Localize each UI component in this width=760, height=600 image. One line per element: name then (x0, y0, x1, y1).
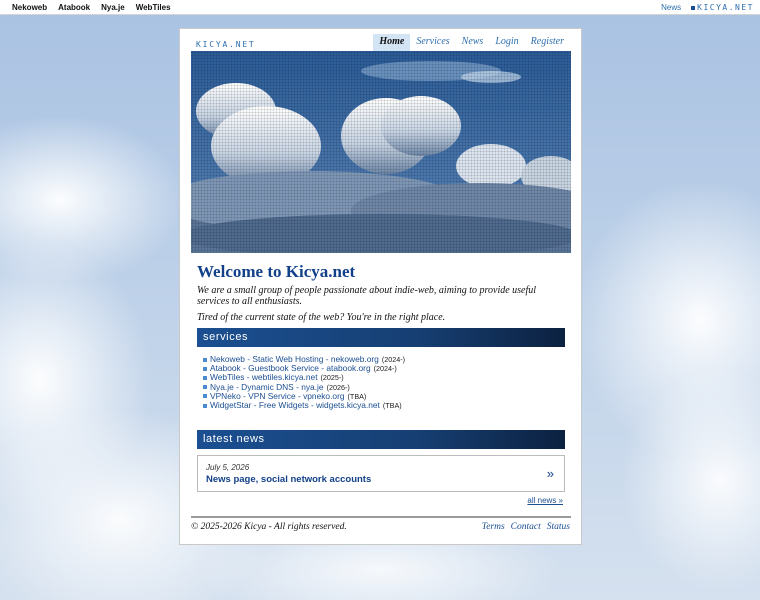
news-headline[interactable]: News page, social network accounts (206, 474, 371, 485)
intro-text: We are a small group of people passionat… (197, 285, 537, 307)
nav-services[interactable]: Services (410, 34, 455, 51)
square-icon (691, 5, 696, 10)
top-bar-right: News KICYA.NET (661, 3, 754, 12)
bullet-icon (203, 376, 207, 380)
top-link-nyaje[interactable]: Nya.je (101, 3, 125, 12)
intro-text-secondary: Tired of the current state of the web? Y… (197, 312, 446, 323)
footer-link-contact[interactable]: Contact (511, 522, 541, 532)
bullet-icon (203, 357, 207, 362)
bullet-icon (203, 366, 207, 371)
bullet-icon (203, 394, 207, 399)
top-bar: Nekoweb Atabook Nya.je WebTiles News KIC… (0, 0, 760, 15)
nav-register[interactable]: Register (525, 34, 570, 51)
news-date: July 5, 2026 (206, 463, 250, 472)
nav-news[interactable]: News (456, 34, 490, 51)
main-nav: Home Services News Login Register (373, 34, 570, 51)
bullet-icon (203, 403, 207, 408)
top-link-webtiles[interactable]: WebTiles (136, 3, 171, 12)
top-brand-label: KICYA.NET (697, 3, 754, 12)
services-list: Nekoweb - Static Web Hosting - nekoweb.o… (203, 354, 405, 411)
service-link[interactable]: WidgetStar - Free Widgets - widgets.kicy… (210, 400, 380, 410)
top-link-nekoweb[interactable]: Nekoweb (12, 3, 47, 12)
page-title: Welcome to Kicya.net (197, 262, 356, 281)
site-logo[interactable]: KICYA.NET (196, 40, 256, 49)
nav-login[interactable]: Login (489, 34, 524, 51)
copyright-text: © 2025-2026 Kicya - All rights reserved. (191, 522, 347, 532)
bullet-icon (203, 385, 207, 390)
service-year: (2024-) (373, 364, 397, 374)
nav-home[interactable]: Home (373, 34, 411, 51)
service-year: (2024-) (381, 355, 405, 364)
chevron-right-icon[interactable]: » (547, 466, 554, 481)
main-card: KICYA.NET Home Services News Login Regis… (179, 28, 582, 545)
top-brand-link[interactable]: KICYA.NET (691, 3, 754, 12)
footer-divider (191, 516, 571, 518)
news-item[interactable]: July 5, 2026 News page, social network a… (197, 455, 565, 492)
top-link-atabook[interactable]: Atabook (58, 3, 90, 12)
footer-links: Terms Contact Status (482, 522, 570, 532)
news-heading: latest news (197, 430, 565, 449)
top-news-link[interactable]: News (661, 3, 681, 12)
service-year: (2025-) (320, 373, 344, 383)
halftone-overlay (191, 51, 571, 253)
list-item: WidgetStar - Free Widgets - widgets.kicy… (203, 400, 405, 411)
hero-cloud-image (191, 51, 571, 253)
footer-link-terms[interactable]: Terms (482, 522, 505, 532)
all-news-link[interactable]: all news » (527, 496, 563, 505)
services-heading: services (197, 328, 565, 347)
footer-link-status[interactable]: Status (547, 522, 570, 532)
service-year: (TBA) (382, 401, 402, 411)
top-bar-links: Nekoweb Atabook Nya.je WebTiles (12, 3, 171, 12)
